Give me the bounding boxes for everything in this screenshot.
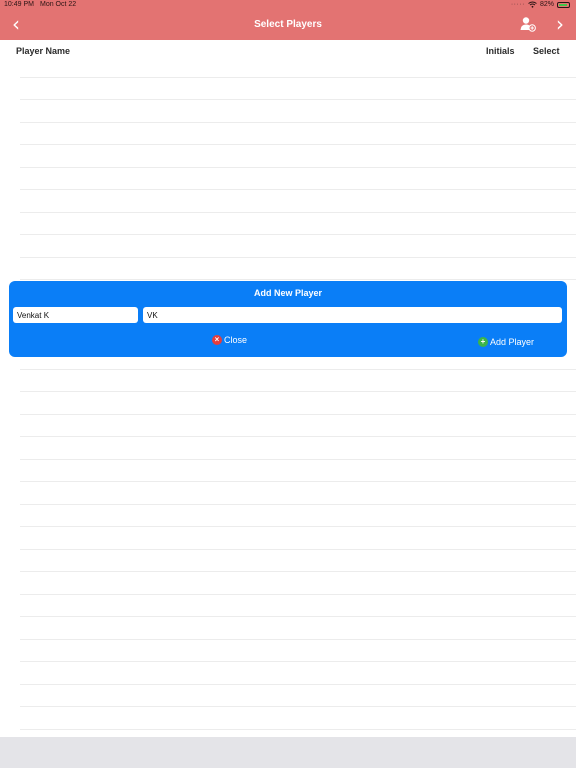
plus-icon: + <box>478 337 488 347</box>
status-indicators: ····· 82% <box>511 1 570 8</box>
list-row-separator <box>20 167 576 168</box>
list-row-separator <box>20 189 576 190</box>
player-initials-input[interactable] <box>143 307 562 323</box>
list-row-separator <box>20 571 576 572</box>
signal-icon: ····· <box>510 1 525 8</box>
list-row-separator <box>20 144 576 145</box>
add-player-title: Add New Player <box>253 288 323 298</box>
list-row-separator <box>20 706 576 707</box>
list-row-separator <box>20 99 576 100</box>
list-row-separator <box>20 504 576 505</box>
add-user-icon[interactable] <box>520 16 536 32</box>
close-button-label: Close <box>224 335 248 345</box>
add-player-button[interactable]: + Add Player <box>478 337 534 347</box>
status-date: Mon Oct 22 <box>40 1 77 8</box>
list-row-separator <box>20 212 576 213</box>
list-row-separator <box>20 526 576 527</box>
status-bar: 10:49 PM Mon Oct 22 ····· 82% <box>0 1 576 11</box>
list-row-separator <box>20 436 576 437</box>
list-row-separator <box>20 549 576 550</box>
close-icon: × <box>212 335 222 345</box>
list-row-separator <box>20 414 576 415</box>
page-title: Select Players <box>254 19 322 30</box>
wifi-icon <box>528 1 537 8</box>
list-row-separator <box>20 257 576 258</box>
status-time: 10:49 PM <box>4 1 34 8</box>
list-row-separator <box>20 391 576 392</box>
player-name-input[interactable] <box>13 307 138 323</box>
list-row-separator <box>20 122 576 123</box>
list-row-separator <box>20 729 576 730</box>
battery-percent: 82% <box>539 1 554 8</box>
navigation-bar: 10:49 PM Mon Oct 22 ····· 82% ‹ Select P… <box>0 0 576 40</box>
add-player-button-label: Add Player <box>490 337 535 347</box>
list-row-separator <box>20 684 576 685</box>
add-player-panel: Add New Player × Close + Add Player <box>9 281 567 357</box>
column-header-initials: Initials <box>486 46 515 56</box>
list-row-separator <box>20 616 576 617</box>
list-row-separator <box>20 279 576 280</box>
list-row-separator <box>20 639 576 640</box>
close-button[interactable]: × Close <box>212 335 247 345</box>
list-row-separator <box>20 459 576 460</box>
list-row-separator <box>20 481 576 482</box>
list-row-separator <box>20 369 576 370</box>
battery-icon <box>557 1 570 8</box>
column-header-player-name: Player Name <box>16 46 71 56</box>
list-row-separator <box>20 594 576 595</box>
list-row-separator <box>20 661 576 662</box>
list-row-separator <box>20 234 576 235</box>
chevron-right-icon[interactable]: › <box>556 14 564 34</box>
column-header-select: Select <box>533 46 560 56</box>
list-row-separator <box>20 77 576 78</box>
bottom-toolbar <box>0 737 576 768</box>
